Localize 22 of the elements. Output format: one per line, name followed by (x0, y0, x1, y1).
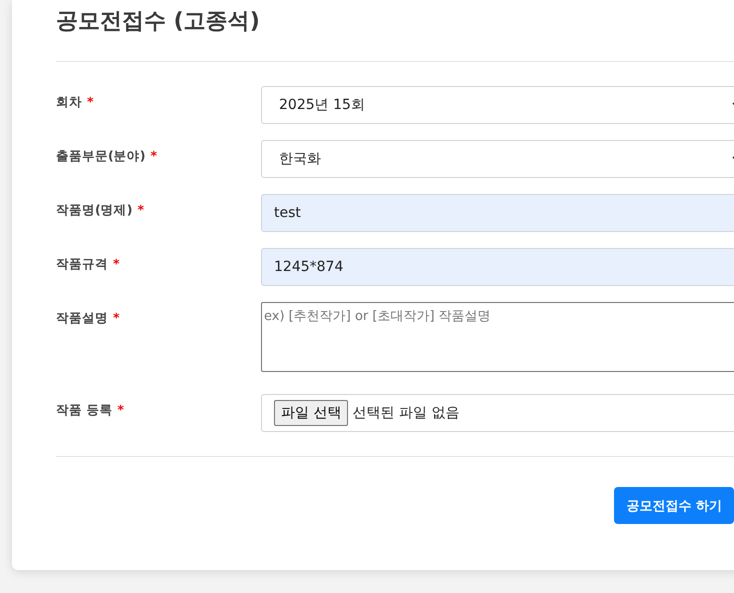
select-field[interactable]: 2025년 15회 (261, 86, 734, 124)
field-label: 회차 (56, 94, 82, 109)
required-mark: * (117, 402, 124, 417)
field-label: 작품 등록 (56, 402, 112, 417)
required-mark: * (113, 310, 120, 325)
required-mark: * (137, 202, 144, 217)
file-status: 선택된 파일 없음 (352, 404, 460, 422)
field-label: 작품규격 (56, 256, 108, 271)
input-field[interactable]: test (261, 194, 734, 232)
file-field[interactable]: 파일 선택 선택된 파일 없음 (261, 394, 734, 432)
field-label: 출품부문(분야) (56, 148, 146, 163)
input-field[interactable]: 1245*874 (261, 248, 734, 286)
required-mark: * (150, 148, 157, 163)
field-label: 작품설명 (56, 310, 108, 325)
select-field[interactable]: 한국화 (261, 140, 734, 178)
choose-file-button[interactable]: 파일 선택 (274, 400, 348, 426)
required-mark: * (87, 94, 94, 109)
page-title: 공모전접수 (고종석) (56, 8, 260, 36)
required-mark: * (113, 256, 120, 271)
description-field[interactable]: ex) [추천작가] or [초대작가] 작품설명 (261, 302, 734, 372)
submit-button[interactable]: 공모전접수 하기 (614, 487, 734, 524)
field-label: 작품명(명제) (56, 202, 132, 217)
